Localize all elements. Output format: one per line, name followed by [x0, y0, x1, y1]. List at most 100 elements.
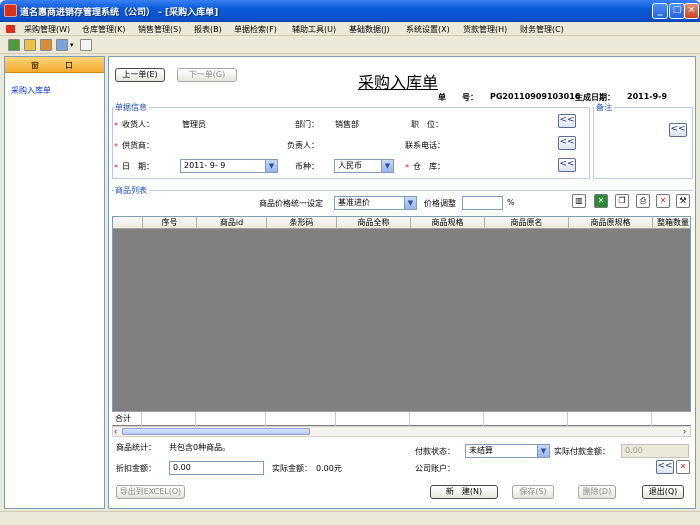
currency-select[interactable]: 人民币 ▼ [334, 159, 394, 173]
menu-tools[interactable]: 辅助工具(U) [292, 24, 336, 35]
window-icon[interactable] [56, 39, 68, 51]
excel-icon[interactable]: ✕ [594, 194, 608, 208]
column-header[interactable]: 整箱数量 [653, 217, 690, 229]
menu-warehouse[interactable]: 仓库管理(K) [82, 24, 126, 35]
column-header[interactable]: 序号 [143, 217, 197, 229]
grid-icon[interactable] [80, 39, 92, 51]
tools-icon[interactable]: ⚒ [676, 194, 690, 208]
scroll-left-icon[interactable]: ‹ [114, 427, 117, 436]
footer-cell [568, 412, 652, 426]
column-header[interactable]: 条形码 [267, 217, 337, 229]
price-unify-value: 基准进价 [338, 198, 370, 207]
column-header[interactable]: 商品原名 [485, 217, 569, 229]
export-excel-button[interactable]: 导出到EXCEL(O) [116, 485, 185, 499]
footer-cell [196, 412, 266, 426]
price-adjust-label: 价格调整 [424, 199, 456, 208]
save-button[interactable]: 保存(S) [512, 485, 554, 499]
column-header[interactable]: 商品规格 [411, 217, 485, 229]
next-doc-button[interactable]: 下一单(G) [177, 68, 237, 82]
menu-doc-search[interactable]: 单据检索(F) [234, 24, 277, 35]
chevron-down-icon[interactable]: ▼ [381, 160, 393, 172]
mdi-child-icon[interactable] [6, 25, 15, 33]
column-header[interactable]: 商品id [197, 217, 267, 229]
receiver-pick-button[interactable]: << [558, 114, 576, 128]
app-icon [4, 4, 17, 17]
users-icon[interactable] [8, 39, 20, 51]
menu-finance[interactable]: 财务管理(C) [520, 24, 564, 35]
supplier-label: 供货商： [122, 141, 154, 150]
goods-grid[interactable]: 序号 商品id 条形码 商品全称 商品规格 商品原名 商品原规格 整箱数量 [112, 216, 691, 437]
title-bar[interactable]: 道名惠商进销存管理系统（公司） - [采购入库单] _ □ ✕ [0, 0, 700, 22]
new-button[interactable]: 新 建(N) [430, 485, 498, 499]
window-link-purchase-in[interactable]: 采购入库单 [11, 85, 51, 96]
required-mark: * [114, 163, 118, 172]
phone-label: 联系电话： [405, 141, 445, 150]
actual-pay-label: 实际付款金额： [554, 447, 610, 456]
menu-base-data[interactable]: 基础数据(J) [349, 24, 390, 35]
warehouse-pick-button[interactable]: << [558, 158, 576, 172]
stat-label: 商品统计： [116, 443, 156, 452]
stat-value: 共包含0种商品。 [169, 443, 231, 452]
menu-settings[interactable]: 系统设置(X) [406, 24, 450, 35]
pay-status-select[interactable]: 未结算 ▼ [465, 444, 550, 458]
cart-icon[interactable] [40, 39, 52, 51]
grid-header: 序号 商品id 条形码 商品全称 商品规格 商品原名 商品原规格 整箱数量 [113, 217, 690, 229]
column-header[interactable]: 商品全称 [337, 217, 411, 229]
price-adjust-input[interactable] [462, 196, 503, 210]
chevron-down-icon[interactable]: ▼ [537, 445, 549, 457]
close-button[interactable]: ✕ [684, 3, 699, 19]
scroll-right-icon[interactable]: › [683, 427, 686, 436]
price-unify-select[interactable]: 基准进价 ▼ [334, 196, 417, 210]
menu-purchase[interactable]: 采购管理(W) [24, 24, 70, 35]
footer-total-label: 合计 [112, 412, 142, 426]
company-account-label: 公司账户： [415, 464, 455, 473]
footer-cell [484, 412, 568, 426]
delete-button[interactable]: 删除(D) [578, 485, 616, 499]
chevron-down-icon[interactable]: ▼ [404, 197, 416, 209]
chevron-down-icon[interactable]: ▼ [265, 160, 277, 172]
purchase-in-form: 上一单(E) 下一单(G) 采购入库单 单 号： PG2011090910301… [108, 56, 696, 509]
doc-number-label: 单 号： [438, 93, 478, 102]
doc-info-title: 单据信息 [113, 102, 149, 113]
remark-group [593, 107, 693, 179]
print-icon[interactable]: ⎙ [636, 194, 650, 208]
date-picker[interactable]: 2011- 9- 9 ▼ [180, 159, 278, 173]
manager-label: 负责人： [287, 141, 319, 150]
prev-doc-button[interactable]: 上一单(E) [115, 68, 165, 82]
status-bar [0, 511, 700, 525]
goods-list-title: 商品列表 [113, 185, 149, 196]
actual-amount-label: 实际金额： [272, 464, 312, 473]
goods-group-line [112, 190, 693, 191]
actual-pay-input[interactable]: 0.00 [621, 444, 689, 458]
column-header[interactable]: 商品原规格 [569, 217, 653, 229]
pay-status-label: 付款状态： [415, 447, 455, 456]
minimize-button[interactable]: _ [652, 3, 668, 19]
copy-icon[interactable]: ❐ [615, 194, 629, 208]
horizontal-scrollbar[interactable]: ‹ › [112, 426, 691, 437]
dropdown-arrow-icon[interactable]: ▾ [70, 41, 74, 49]
menu-reports[interactable]: 报表(B) [194, 24, 222, 35]
panel-header-right: 口 [65, 61, 73, 70]
doc-number-value: PG20110909103016 [490, 92, 581, 101]
maximize-button[interactable]: □ [669, 3, 685, 19]
discount-label: 折扣金额： [116, 464, 156, 473]
folder-icon[interactable] [24, 39, 36, 51]
price-unify-label: 商品价格统一设定 [259, 199, 323, 208]
dept-label: 部门： [295, 120, 319, 129]
account-clear-icon[interactable]: ✕ [676, 460, 690, 474]
remark-pick-button[interactable]: << [669, 123, 687, 137]
supplier-pick-button[interactable]: << [558, 136, 576, 150]
gen-date-value: 2011-9-9 [627, 92, 668, 101]
delete-icon[interactable]: ✕ [656, 194, 670, 208]
barcode-icon[interactable]: ▥ [572, 194, 586, 208]
actual-amount-value: 0.00元 [316, 464, 342, 473]
scroll-thumb[interactable] [122, 428, 310, 435]
row-header-cell [113, 217, 143, 229]
footer-cell [336, 412, 410, 426]
account-pick-button[interactable]: << [656, 460, 674, 474]
discount-input[interactable]: 0.00 [169, 461, 264, 475]
menu-sales[interactable]: 销售管理(S) [138, 24, 181, 35]
position-label: 职 位： [411, 120, 443, 129]
exit-button[interactable]: 退出(Q) [642, 485, 684, 499]
menu-payments[interactable]: 货款管理(H) [463, 24, 507, 35]
